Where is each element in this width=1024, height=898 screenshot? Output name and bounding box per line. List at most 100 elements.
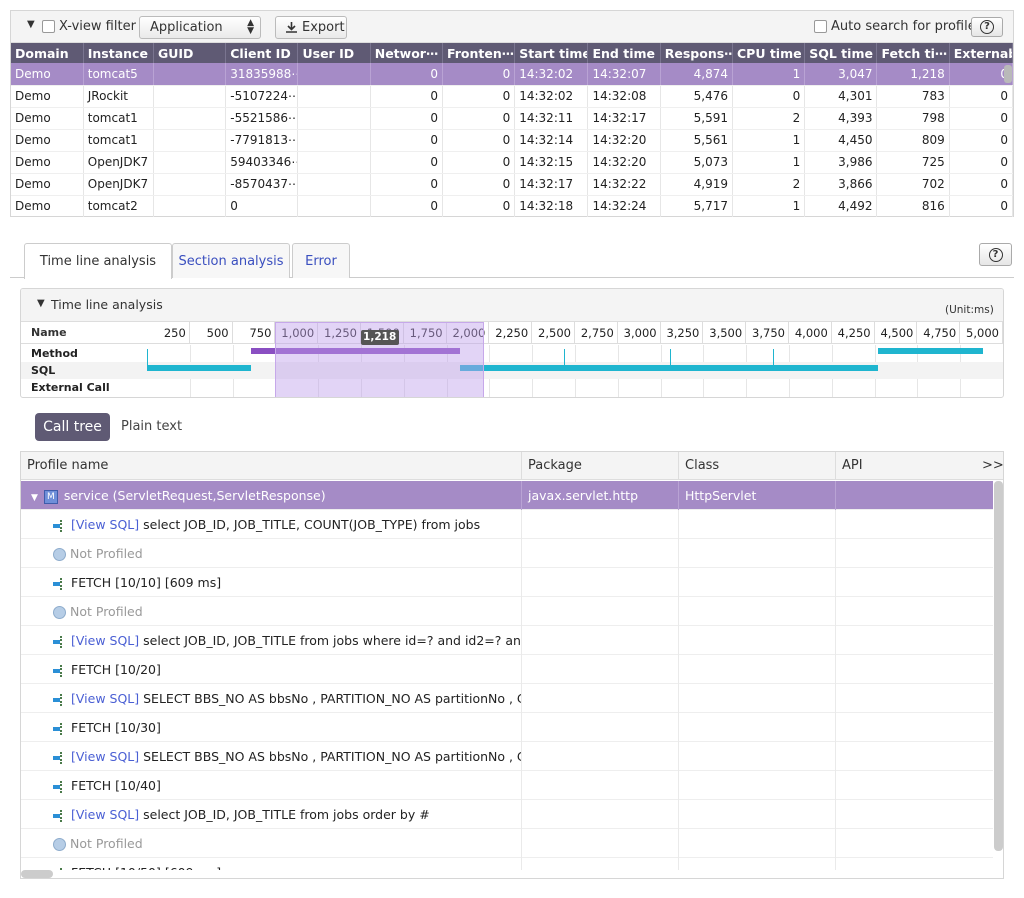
grid-cell: 0 (949, 63, 1013, 86)
timeline-tick-label: 5,000 (960, 322, 1003, 344)
calltree-horizontal-scrollbar[interactable] (21, 870, 53, 878)
grid-col-header[interactable]: Externab> (949, 43, 1013, 63)
view-sql-link[interactable]: [View SQL] (71, 749, 139, 764)
xview-filter-checkbox[interactable] (42, 20, 55, 33)
grid-col-header[interactable]: End time (587, 43, 661, 63)
grid-cell (297, 173, 371, 196)
grid-cell: 5,561 (660, 129, 733, 152)
tab-time-line-analysis[interactable]: Time line analysis (24, 243, 172, 279)
fetch-icon (53, 577, 67, 590)
grid-col-header[interactable]: Domain (11, 43, 84, 63)
col-package[interactable]: Package (522, 452, 679, 480)
sql-marker[interactable] (670, 349, 671, 371)
grid-cell: 4,919 (660, 173, 733, 196)
tab-error[interactable]: Error (292, 243, 350, 278)
calltree-row[interactable]: [View SQL] select JOB_ID, JOB_TITLE, COU… (21, 510, 993, 539)
grid-col-header[interactable]: Fronten⋯ (442, 43, 516, 63)
grid-cell: 14:32:07 (587, 63, 661, 86)
grid-row[interactable]: Demo tomcat1 -5521586⋯ 0 0 14:32:11 14:32:17 5,… (11, 107, 1013, 130)
timeline-tick-label: 3,250 (661, 322, 704, 344)
calltree-row[interactable]: FETCH [10/50] [609 ms] (21, 858, 993, 870)
grid-col-header[interactable]: CPU time (732, 43, 806, 63)
calltree-row[interactable]: FETCH [10/30] (21, 713, 993, 742)
calltree-row[interactable]: FETCH [10/40] (21, 771, 993, 800)
grid-row[interactable]: Demo OpenJDK7 59403346⋯ 0 0 14:32:15 14:32:20 5… (11, 151, 1013, 174)
grid-row[interactable]: Demo JRockit -5107224⋯ 0 0 14:32:02 14:32:08 5,… (11, 85, 1013, 108)
sql-marker[interactable] (773, 349, 774, 371)
calltree-row[interactable]: FETCH [10/10] [609 ms] (21, 568, 993, 597)
calltree-row[interactable]: [View SQL] SELECT BBS_NO AS bbsNo , PART… (21, 684, 993, 713)
method-bar[interactable] (878, 348, 983, 354)
not-profiled-icon (53, 838, 66, 851)
grid-cell: 14:32:17 (514, 173, 589, 196)
timeline-tick-label: 750 (233, 322, 276, 344)
grid-col-header[interactable]: Fetch ti⋯ (876, 43, 950, 63)
timeline-header: ▼ Time line analysis (Unit:ms) (21, 289, 1003, 322)
calltree-row[interactable]: Not Profiled (21, 597, 993, 626)
plaintext-tab-button[interactable]: Plain text (121, 419, 182, 434)
grid-row[interactable]: Demo tomcat2 0 0 0 14:32:18 14:32:24 5,717 1 4,49… (11, 195, 1013, 217)
view-sql-link[interactable]: [View SQL] (71, 517, 139, 532)
grid-col-header[interactable]: Start time (514, 43, 589, 63)
col-api[interactable]: API (836, 452, 976, 480)
sql-bar[interactable] (147, 365, 251, 371)
calltree-row-text: select JOB_ID, JOB_TITLE, COUNT(JOB_TYPE… (143, 517, 481, 532)
expand-triangle-icon[interactable]: ▼ (31, 493, 38, 503)
grid-cell: 0 (442, 85, 516, 108)
calltree-row[interactable]: Not Profiled (21, 829, 993, 858)
view-sql-link[interactable]: [View SQL] (71, 633, 139, 648)
sql-marker[interactable] (147, 349, 148, 371)
tab-section-analysis[interactable]: Section analysis (172, 243, 290, 278)
timeline-gridline (1003, 345, 1004, 397)
grid-row[interactable]: Demo tomcat5 31835988⋯ 0 0 14:32:02 14:32:07 4,… (11, 63, 1013, 86)
calltree-row[interactable]: [View SQL] SELECT BBS_NO AS bbsNo , PART… (21, 742, 993, 771)
grid-col-header[interactable]: Instance (83, 43, 154, 63)
select-arrows-icon: ▲ ▼ (247, 18, 254, 36)
grid-col-header[interactable]: Networ⋯ (370, 43, 443, 63)
auto-search-checkbox[interactable] (814, 20, 827, 33)
calltree-row-text: SELECT BBS_NO AS bbsNo , PARTITION_NO AS… (143, 749, 521, 764)
grid-cell: 1 (732, 129, 806, 152)
grid-col-header[interactable]: SQL time (804, 43, 878, 63)
sql-bar[interactable] (460, 365, 878, 371)
help-button[interactable]: ? (971, 17, 1003, 37)
calltree-row[interactable]: Not Profiled (21, 539, 993, 568)
grid-cell: 0 (442, 107, 516, 130)
grid-cell: 14:32:20 (587, 129, 661, 152)
grid-scrollbar[interactable] (1004, 65, 1012, 83)
grid-col-header[interactable]: User ID (297, 43, 371, 63)
calltree-row[interactable]: [View SQL] select JOB_ID, JOB_TITLE from… (21, 626, 993, 655)
transaction-grid: Domain Instance GUID Client ID User ID Networ… (11, 43, 1013, 217)
sql-marker[interactable] (564, 349, 565, 371)
view-sql-link[interactable]: [View SQL] (71, 691, 139, 706)
grid-cell: 14:32:02 (514, 85, 589, 108)
calltree-vertical-scrollbar[interactable] (994, 481, 1003, 851)
grid-cell: Demo (11, 173, 84, 196)
grid-cell: 816 (876, 195, 950, 217)
more-columns-button[interactable]: >> (976, 452, 1003, 480)
calltree-row[interactable]: [View SQL] select JOB_ID, JOB_TITLE from… (21, 800, 993, 829)
grid-cell: 0 (442, 63, 516, 86)
col-class[interactable]: Class (679, 452, 836, 480)
grid-row[interactable]: Demo tomcat1 -7791813⋯ 0 0 14:32:14 14:32:20 5,… (11, 129, 1013, 152)
calltree-root-row[interactable]: ▼ M service (ServletRequest,ServletRespo… (21, 481, 993, 510)
collapse-triangle-icon[interactable]: ▼ (27, 19, 35, 30)
grid-col-header[interactable]: Respons⋯ (660, 43, 733, 63)
col-profile-name[interactable]: Profile name (21, 452, 522, 480)
calltree-panel: Profile name Package Class API >> ▼ M se… (20, 451, 1004, 879)
view-sql-link[interactable]: [View SQL] (71, 807, 139, 822)
grid-cell: 14:32:15 (514, 151, 589, 174)
collapse-triangle-icon[interactable]: ▼ (37, 298, 45, 309)
calltree-row-text: FETCH [10/40] (71, 778, 161, 793)
calltree-row-text: select JOB_ID, JOB_TITLE from jobs order… (143, 807, 430, 822)
export-button[interactable]: Export (275, 16, 347, 39)
grid-row[interactable]: Demo OpenJDK7 -8570437⋯ 0 0 14:32:17 14:32:22 4… (11, 173, 1013, 196)
calltree-row[interactable]: FETCH [10/20] (21, 655, 993, 684)
grid-col-header[interactable]: Client ID (225, 43, 299, 63)
grid-col-header[interactable]: GUID (153, 43, 227, 63)
grid-cell (153, 85, 227, 108)
grid-cell: 0 (949, 85, 1013, 108)
calltree-tab-button[interactable]: Call tree (35, 413, 110, 441)
application-select[interactable]: Application ▲ ▼ (139, 16, 261, 39)
analysis-help-button[interactable]: ? (979, 243, 1012, 266)
